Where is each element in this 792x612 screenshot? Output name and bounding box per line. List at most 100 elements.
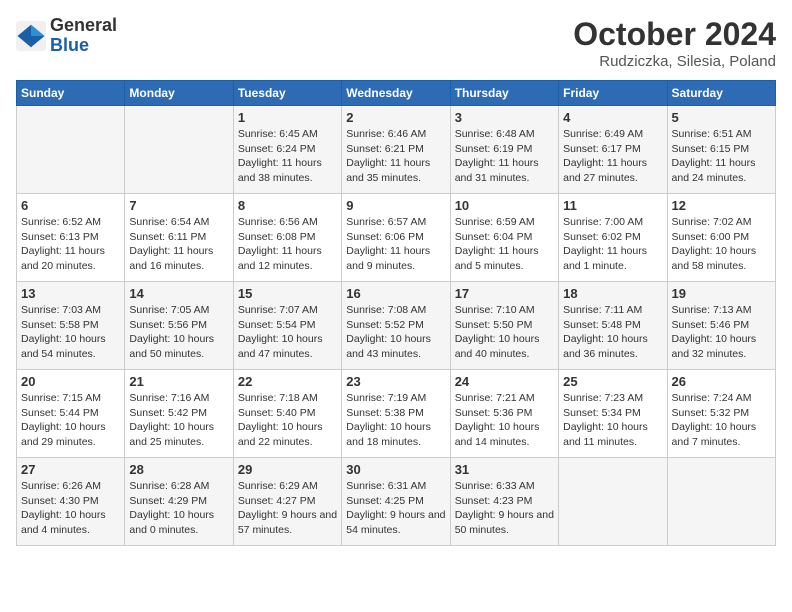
day-info: Sunrise: 7:10 AM Sunset: 5:50 PM Dayligh… <box>455 303 554 362</box>
day-number: 25 <box>563 374 662 389</box>
calendar-week-2: 6Sunrise: 6:52 AM Sunset: 6:13 PM Daylig… <box>17 194 776 282</box>
calendar-cell: 11Sunrise: 7:00 AM Sunset: 6:02 PM Dayli… <box>559 194 667 282</box>
calendar-body: 1 Sunrise: 6:45 AM Sunset: 6:24 PM Daylig… <box>17 106 776 546</box>
weekday-header-saturday: Saturday <box>667 81 775 106</box>
calendar-cell: 15Sunrise: 7:07 AM Sunset: 5:54 PM Dayli… <box>233 282 341 370</box>
weekday-header-friday: Friday <box>559 81 667 106</box>
weekday-header-monday: Monday <box>125 81 233 106</box>
location: Rudziczka, Silesia, Poland <box>573 53 776 70</box>
day-info: Sunrise: 6:57 AM Sunset: 6:06 PM Dayligh… <box>346 215 445 274</box>
calendar-header: SundayMondayTuesdayWednesdayThursdayFrid… <box>17 81 776 106</box>
day-info: Sunrise: 6:48 AM Sunset: 6:19 PM Dayligh… <box>455 127 554 186</box>
calendar-cell: 26 Sunrise: 7:24 AM Sunset: 5:32 PM Dayli… <box>667 370 775 458</box>
logo-general: General <box>50 16 117 36</box>
calendar-cell <box>667 458 775 546</box>
day-info: Sunrise: 7:03 AM Sunset: 5:58 PM Dayligh… <box>21 303 120 362</box>
day-number: 8 <box>238 198 337 213</box>
day-number: 3 <box>455 110 554 125</box>
day-info: Sunrise: 6:29 AM Sunset: 4:27 PM Dayligh… <box>238 479 337 538</box>
day-number: 7 <box>129 198 228 213</box>
calendar-cell: 30 Sunrise: 6:31 AM Sunset: 4:25 PM Dayli… <box>342 458 450 546</box>
day-info: Sunrise: 6:56 AM Sunset: 6:08 PM Dayligh… <box>238 215 337 274</box>
day-info: Sunrise: 7:02 AM Sunset: 6:00 PM Dayligh… <box>672 215 771 274</box>
day-info: Sunrise: 7:15 AM Sunset: 5:44 PM Dayligh… <box>21 391 120 450</box>
calendar-cell: 14Sunrise: 7:05 AM Sunset: 5:56 PM Dayli… <box>125 282 233 370</box>
day-info: Sunrise: 6:59 AM Sunset: 6:04 PM Dayligh… <box>455 215 554 274</box>
day-info: Sunrise: 7:23 AM Sunset: 5:34 PM Dayligh… <box>563 391 662 450</box>
calendar-cell: 29Sunrise: 6:29 AM Sunset: 4:27 PM Dayli… <box>233 458 341 546</box>
day-number: 27 <box>21 462 120 477</box>
logo-icon <box>16 21 46 51</box>
day-number: 22 <box>238 374 337 389</box>
calendar-cell: 23Sunrise: 7:19 AM Sunset: 5:38 PM Dayli… <box>342 370 450 458</box>
calendar-cell: 7 Sunrise: 6:54 AM Sunset: 6:11 PM Daylig… <box>125 194 233 282</box>
day-info: Sunrise: 6:46 AM Sunset: 6:21 PM Dayligh… <box>346 127 445 186</box>
day-number: 13 <box>21 286 120 301</box>
day-info: Sunrise: 6:26 AM Sunset: 4:30 PM Dayligh… <box>21 479 120 538</box>
calendar-week-4: 20 Sunrise: 7:15 AM Sunset: 5:44 PM Dayli… <box>17 370 776 458</box>
day-number: 1 <box>238 110 337 125</box>
calendar-cell <box>125 106 233 194</box>
logo-blue: Blue <box>50 36 117 56</box>
day-info: Sunrise: 7:24 AM Sunset: 5:32 PM Dayligh… <box>672 391 771 450</box>
calendar-cell: 13 Sunrise: 7:03 AM Sunset: 5:58 PM Dayli… <box>17 282 125 370</box>
title-section: October 2024 Rudziczka, Silesia, Poland <box>573 16 776 70</box>
day-info: Sunrise: 7:08 AM Sunset: 5:52 PM Dayligh… <box>346 303 445 362</box>
weekday-header-sunday: Sunday <box>17 81 125 106</box>
day-info: Sunrise: 6:31 AM Sunset: 4:25 PM Dayligh… <box>346 479 445 538</box>
calendar-cell: 31 Sunrise: 6:33 AM Sunset: 4:23 PM Dayli… <box>450 458 558 546</box>
calendar-cell: 10Sunrise: 6:59 AM Sunset: 6:04 PM Dayli… <box>450 194 558 282</box>
calendar-cell: 28Sunrise: 6:28 AM Sunset: 4:29 PM Dayli… <box>125 458 233 546</box>
calendar-week-1: 1 Sunrise: 6:45 AM Sunset: 6:24 PM Daylig… <box>17 106 776 194</box>
calendar-cell <box>559 458 667 546</box>
day-number: 31 <box>455 462 554 477</box>
calendar-cell: 3 Sunrise: 6:48 AM Sunset: 6:19 PM Daylig… <box>450 106 558 194</box>
day-info: Sunrise: 6:49 AM Sunset: 6:17 PM Dayligh… <box>563 127 662 186</box>
day-number: 14 <box>129 286 228 301</box>
day-number: 9 <box>346 198 445 213</box>
day-info: Sunrise: 7:21 AM Sunset: 5:36 PM Dayligh… <box>455 391 554 450</box>
calendar-cell: 8 Sunrise: 6:56 AM Sunset: 6:08 PM Daylig… <box>233 194 341 282</box>
day-number: 30 <box>346 462 445 477</box>
day-number: 16 <box>346 286 445 301</box>
calendar-cell: 19Sunrise: 7:13 AM Sunset: 5:46 PM Dayli… <box>667 282 775 370</box>
day-info: Sunrise: 6:33 AM Sunset: 4:23 PM Dayligh… <box>455 479 554 538</box>
calendar-table: SundayMondayTuesdayWednesdayThursdayFrid… <box>16 80 776 546</box>
weekday-header-thursday: Thursday <box>450 81 558 106</box>
day-number: 24 <box>455 374 554 389</box>
day-number: 28 <box>129 462 228 477</box>
day-number: 19 <box>672 286 771 301</box>
page-header: General Blue October 2024 Rudziczka, Sil… <box>16 16 776 70</box>
day-number: 26 <box>672 374 771 389</box>
day-number: 5 <box>672 110 771 125</box>
day-info: Sunrise: 7:00 AM Sunset: 6:02 PM Dayligh… <box>563 215 662 274</box>
weekday-header-row: SundayMondayTuesdayWednesdayThursdayFrid… <box>17 81 776 106</box>
calendar-cell: 21Sunrise: 7:16 AM Sunset: 5:42 PM Dayli… <box>125 370 233 458</box>
day-number: 12 <box>672 198 771 213</box>
calendar-cell: 20 Sunrise: 7:15 AM Sunset: 5:44 PM Dayli… <box>17 370 125 458</box>
calendar-cell: 27 Sunrise: 6:26 AM Sunset: 4:30 PM Dayli… <box>17 458 125 546</box>
day-number: 15 <box>238 286 337 301</box>
day-number: 6 <box>21 198 120 213</box>
calendar-cell: 5 Sunrise: 6:51 AM Sunset: 6:15 PM Daylig… <box>667 106 775 194</box>
logo-text: General Blue <box>50 16 117 56</box>
calendar-week-3: 13 Sunrise: 7:03 AM Sunset: 5:58 PM Dayli… <box>17 282 776 370</box>
day-number: 20 <box>21 374 120 389</box>
day-info: Sunrise: 7:18 AM Sunset: 5:40 PM Dayligh… <box>238 391 337 450</box>
day-number: 4 <box>563 110 662 125</box>
calendar-cell: 17Sunrise: 7:10 AM Sunset: 5:50 PM Dayli… <box>450 282 558 370</box>
calendar-cell <box>17 106 125 194</box>
day-info: Sunrise: 6:45 AM Sunset: 6:24 PM Dayligh… <box>238 127 337 186</box>
logo: General Blue <box>16 16 117 56</box>
calendar-cell: 18Sunrise: 7:11 AM Sunset: 5:48 PM Dayli… <box>559 282 667 370</box>
calendar-cell: 25 Sunrise: 7:23 AM Sunset: 5:34 PM Dayli… <box>559 370 667 458</box>
calendar-cell: 1 Sunrise: 6:45 AM Sunset: 6:24 PM Daylig… <box>233 106 341 194</box>
calendar-cell: 16 Sunrise: 7:08 AM Sunset: 5:52 PM Dayli… <box>342 282 450 370</box>
day-info: Sunrise: 6:54 AM Sunset: 6:11 PM Dayligh… <box>129 215 228 274</box>
day-info: Sunrise: 7:11 AM Sunset: 5:48 PM Dayligh… <box>563 303 662 362</box>
calendar-cell: 9 Sunrise: 6:57 AM Sunset: 6:06 PM Daylig… <box>342 194 450 282</box>
day-info: Sunrise: 6:51 AM Sunset: 6:15 PM Dayligh… <box>672 127 771 186</box>
calendar-cell: 4 Sunrise: 6:49 AM Sunset: 6:17 PM Daylig… <box>559 106 667 194</box>
day-number: 23 <box>346 374 445 389</box>
day-info: Sunrise: 7:16 AM Sunset: 5:42 PM Dayligh… <box>129 391 228 450</box>
